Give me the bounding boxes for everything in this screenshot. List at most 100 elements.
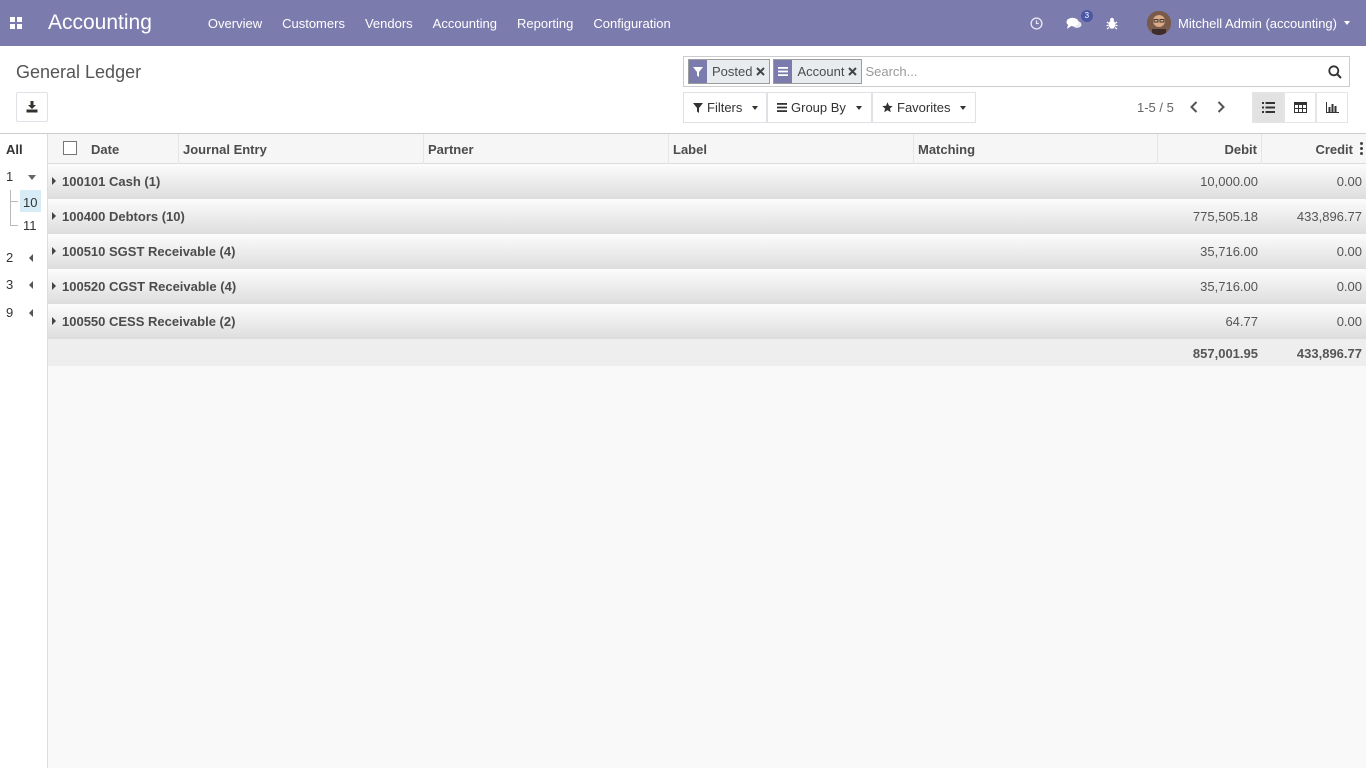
column-credit[interactable]: Credit [1262,134,1366,164]
column-matching[interactable]: Matching [914,134,1158,164]
hierarchy-item-2[interactable]: 2 [6,250,13,265]
group-credit: 0.00 [1336,314,1362,329]
user-dropdown-caret-icon [1344,21,1350,25]
messages-badge: 3 [1080,10,1094,22]
group-row[interactable]: 100510 SGST Receivable (4) 35,716.00 0.0… [48,234,1366,269]
facet-label: Account [797,64,845,79]
caret-down-icon [855,105,862,110]
pager-previous-icon[interactable] [1181,92,1207,122]
date-hierarchy-panel: All 1 10 11 2 3 9 [0,134,48,768]
search-input[interactable] [865,59,1321,84]
download-icon [26,101,38,113]
totals-row: 857,001.95 433,896.77 [48,339,1366,366]
star-icon [882,102,893,113]
view-switcher [1252,92,1348,123]
menu-configuration[interactable]: Configuration [583,0,680,46]
caret-left-icon[interactable] [29,254,33,262]
total-credit: 433,896.77 [1296,346,1362,361]
group-by-icon [774,60,793,83]
optional-columns-icon[interactable] [1360,142,1364,155]
group-row[interactable]: 100520 CGST Receivable (4) 35,716.00 0.0… [48,269,1366,304]
group-debit: 64.77 [1225,314,1258,329]
group-row[interactable]: 100400 Debtors (10) 775,505.18 433,896.7… [48,199,1366,234]
caret-right-icon [52,247,56,255]
tree-connector [10,225,18,226]
hierarchy-all[interactable]: All [6,142,23,157]
column-date[interactable]: Date [86,134,179,164]
group-label: 100400 Debtors (10) [62,209,185,224]
ledger-list: Date Journal Entry Partner Label Matchin… [48,134,1366,768]
pager-value[interactable]: 1-5 / 5 [1137,100,1174,115]
hierarchy-item-1[interactable]: 1 [6,169,13,184]
hierarchy-item-9[interactable]: 9 [6,305,13,320]
column-debit[interactable]: Debit [1158,134,1262,164]
user-menu[interactable]: Mitchell Admin (accounting) [1147,11,1350,35]
hierarchy-item-11[interactable]: 11 [23,218,37,233]
app-title[interactable]: Accounting [48,11,152,35]
caret-down-icon [960,105,967,110]
tree-connector [10,201,18,202]
user-avatar [1147,11,1172,35]
facet-remove-icon[interactable] [756,67,769,76]
group-row[interactable]: 100550 CESS Receivable (2) 64.77 0.00 [48,304,1366,339]
caret-right-icon [52,212,56,220]
tree-connector [10,190,11,226]
filters-dropdown-button[interactable]: Filters [683,92,767,123]
total-debit: 857,001.95 [1192,346,1258,361]
caret-left-icon[interactable] [29,281,33,289]
menu-vendors[interactable]: Vendors [355,0,423,46]
apps-menu-icon[interactable] [0,0,32,46]
facet-remove-icon[interactable] [848,67,861,76]
group-label: 100550 CESS Receivable (2) [62,314,236,329]
group-label: 100520 CGST Receivable (4) [62,279,237,294]
caret-left-icon[interactable] [29,309,33,317]
select-all-checkbox[interactable] [63,141,77,155]
caret-right-icon [52,177,56,185]
filter-icon [693,102,703,113]
search-icon[interactable] [1321,57,1349,86]
menu-customers[interactable]: Customers [272,0,355,46]
group-debit: 775,505.18 [1192,209,1258,224]
pager-next-icon[interactable] [1208,92,1234,122]
search-facet-posted[interactable]: Posted [688,59,771,84]
top-navbar: Accounting Overview Customers Vendors Ac… [0,0,1366,46]
activity-clock-icon[interactable] [1023,0,1049,46]
user-name: Mitchell Admin (accounting) [1178,15,1337,31]
caret-right-icon [52,317,56,325]
caret-right-icon [52,282,56,290]
export-download-button[interactable] [16,92,48,122]
caret-down-icon[interactable] [28,175,36,180]
graph-view-icon[interactable] [1316,92,1348,123]
filter-icon [689,60,707,83]
group-by-label: Group By [791,100,846,115]
column-label[interactable]: Label [669,134,914,164]
menu-overview[interactable]: Overview [198,0,272,46]
column-partner[interactable]: Partner [424,134,669,164]
group-by-dropdown-button[interactable]: Group By [767,92,872,123]
list-view-icon[interactable] [1252,92,1284,123]
filters-label: Filters [707,100,743,115]
hierarchy-item-10[interactable]: 10 [23,195,37,210]
favorites-dropdown-button[interactable]: Favorites [872,92,976,123]
page-title: General Ledger [16,62,142,82]
facet-label: Posted [712,64,753,79]
menu-accounting[interactable]: Accounting [423,0,507,46]
group-credit: 433,896.77 [1296,209,1362,224]
list-header: Date Journal Entry Partner Label Matchin… [48,134,1366,164]
search-bar: Posted Account [683,56,1350,87]
hierarchy-item-3[interactable]: 3 [6,277,13,292]
group-debit: 35,716.00 [1200,244,1258,259]
debug-bug-icon[interactable] [1099,0,1125,46]
favorites-label: Favorites [897,100,951,115]
group-label: 100101 Cash (1) [62,174,161,189]
navbar-systray: 3 Mitchell Admin (accounting) [1023,0,1366,46]
column-journal-entry[interactable]: Journal Entry [179,134,424,164]
caret-down-icon [752,105,759,110]
pivot-view-icon[interactable] [1284,92,1316,123]
search-facet-account[interactable]: Account [773,59,863,84]
messages-chat-icon[interactable]: 3 [1057,0,1094,46]
group-row[interactable]: 100101 Cash (1) 10,000.00 0.00 [48,164,1366,199]
menu-reporting[interactable]: Reporting [507,0,583,46]
control-panel: General Ledger Posted Account Search... … [0,46,1366,134]
group-debit: 35,716.00 [1200,279,1258,294]
